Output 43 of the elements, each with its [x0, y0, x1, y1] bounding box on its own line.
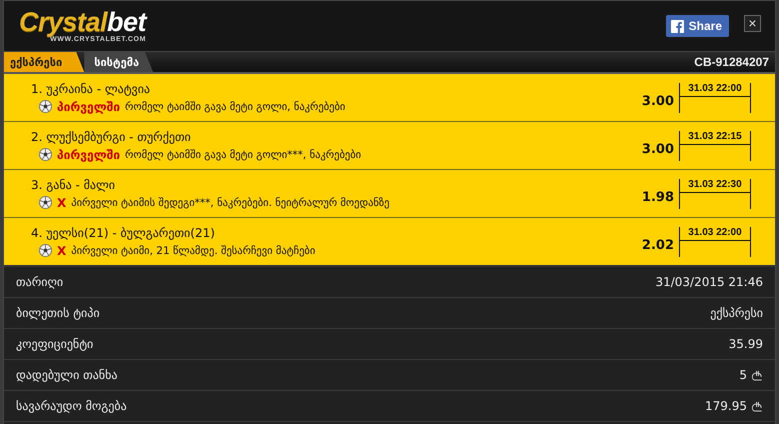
odds-value: 3.00	[642, 94, 674, 109]
summary-value: 5	[739, 368, 747, 382]
summary-label: სავარაუდო მოგება	[16, 399, 127, 413]
market-text: პირველი ტაიმი, 21 წლამდე. შესარჩევი მატჩები	[71, 244, 316, 256]
match-title: 4. უელსი(21) - ბულგარეთი(21)	[31, 226, 216, 240]
summary-value: ექსპრესი	[710, 306, 763, 320]
facebook-icon	[670, 20, 684, 32]
summary-value: 179.95	[705, 399, 747, 413]
summary-label: თარიღი	[16, 275, 64, 289]
summary-value: 35.99	[728, 337, 763, 351]
summary-label: დადებული თანხა	[16, 368, 118, 382]
summary-value: 31/03/2015 21:46	[655, 275, 763, 289]
match-title: 1. უკრაინა - ლატვია	[31, 82, 152, 96]
time-box: 31.03 22:00	[679, 226, 751, 256]
odds-value: 3.00	[642, 142, 674, 157]
odds-value: 1.98	[642, 190, 674, 205]
pick-label: X	[57, 244, 66, 258]
market-text: რომელ ტაიმში გავა მეტი გოლი***, ნაკრებები	[125, 148, 362, 160]
time-box: 31.03 22:15	[679, 130, 751, 160]
pick-label: X	[57, 196, 66, 210]
summary-label: ბილეთის ტიპი	[16, 306, 100, 320]
pick-label: პირველში	[57, 100, 120, 114]
market-text: პირველი ტაიმის შედეგი***, ნაკრებები. ნეიტრალურ მოედანზე	[71, 196, 390, 208]
soccer-ball-icon	[39, 148, 52, 161]
tab[interactable]: სისტემა	[84, 52, 154, 72]
pick-label: პირველში	[57, 148, 120, 162]
share-button[interactable]: Share	[666, 15, 729, 37]
match-title: 3. განა - მალი	[31, 178, 116, 192]
match-title: 2. ლუქსემბურგი - თურქეთი	[31, 130, 192, 144]
market-text: რომელ ტაიმში გავა მეტი გოლი, ნაკრებები	[125, 100, 346, 112]
soccer-ball-icon	[39, 196, 52, 209]
ticket-id: CB-91284207	[694, 55, 770, 69]
soccer-ball-icon	[39, 100, 52, 113]
odds-value: 2.02	[642, 238, 674, 253]
tab[interactable]: ექსპრესი	[4, 52, 84, 72]
logo-wordmark: Crystalbet	[19, 8, 146, 36]
close-button[interactable]: ×	[744, 14, 761, 32]
soccer-ball-icon	[39, 244, 52, 257]
time-box: 31.03 22:30	[679, 178, 751, 208]
lari-currency-icon	[752, 400, 763, 412]
summary-label: კოეფიციენტი	[16, 337, 94, 351]
time-box: 31.03 22:00	[679, 82, 751, 112]
lari-currency-icon	[752, 370, 763, 380]
